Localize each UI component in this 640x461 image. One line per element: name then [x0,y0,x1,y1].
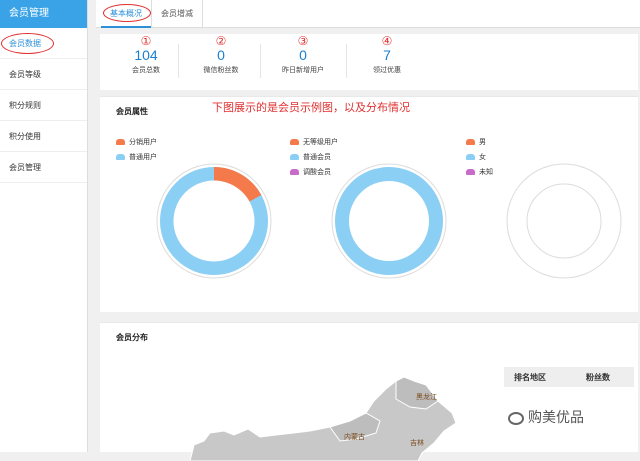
donut-outline [506,163,622,279]
tab-label: 会员增减 [161,9,193,18]
stat-label: 微信粉丝数 [203,67,239,74]
member-distribution-card: 会员分布 黑龙江 内蒙古 吉林 排名地区 粉丝数 购美优品 [100,322,638,461]
sidebar: 会员管理 会员数据 会员等级 积分规则 积分使用 会员管理 [0,0,88,452]
tab-member-change[interactable]: 会员增减 [151,0,203,28]
annotation-note: 下图展示的是会员示例图，以及分布情况 [212,102,410,114]
card-title: 会员属性 [116,107,148,116]
donut-segment-normal-member[interactable] [335,167,443,275]
tab-bar: 基本概况 会员增减 [96,0,640,28]
map-label-heilongjiang: 黑龙江 [416,392,437,401]
donut-chart-user-type [156,163,272,279]
china-map[interactable]: 黑龙江 内蒙古 吉林 [190,361,490,461]
legend-item[interactable]: 分销用户 [116,135,157,150]
donut-chart-gender [506,163,622,279]
stat-value: 0 [217,47,225,63]
ranking-table-header: 排名地区 粉丝数 [504,367,634,387]
stat-label: 昨日新增用户 [282,67,324,74]
sidebar-item-member-level[interactable]: 会员等级 [0,59,87,90]
donut-inner [173,180,255,262]
stat-value: 0 [299,47,307,63]
stat-coupons-claimed: ④ 7 领过优惠 [342,34,432,75]
map-label-inner-mongolia: 内蒙古 [344,432,365,441]
sidebar-item-member-data[interactable]: 会员数据 [0,28,87,59]
annotation-circle [103,4,151,22]
annotation-number: ④ [381,34,393,48]
stat-value: 7 [383,47,391,63]
donut-outline [331,163,447,279]
legend-item[interactable]: 无等级用户 [290,135,338,150]
card-title: 会员分布 [116,333,148,342]
sidebar-item-points-usage[interactable]: 积分使用 [0,121,87,152]
sidebar-item-member-management[interactable]: 会员管理 [0,152,87,183]
stat-wechat-fans: ② 0 微信粉丝数 [176,34,266,75]
stats-panel: ① 104 会员总数 ② 0 微信粉丝数 ③ 0 昨日新增用户 ④ 7 领过优惠 [100,34,638,90]
sidebar-item-label: 积分使用 [9,132,41,141]
column-header-fans: 粉丝数 [586,373,610,382]
legend-item[interactable]: 普通用户 [116,150,157,165]
legend-item[interactable]: 未知 [466,165,493,180]
wechat-icon [508,411,524,425]
legend-distributor: 分销用户 普通用户 [116,135,157,165]
sidebar-item-label: 积分规则 [9,101,41,110]
sidebar-item-points-rules[interactable]: 积分规则 [0,90,87,121]
stat-new-users: ③ 0 昨日新增用户 [258,34,348,75]
column-header-region: 排名地区 [514,373,546,382]
donut-chart-member-level [331,163,447,279]
annotation-number: ② [215,34,227,48]
annotation-circle [1,33,54,54]
stat-label: 领过优惠 [373,67,401,74]
map-label-jilin: 吉林 [410,438,424,447]
annotation-number: ③ [297,34,309,48]
donut-inner-outline [526,183,602,259]
main-content: 基本概况 会员增减 ① 104 会员总数 ② 0 微信粉丝数 ③ 0 昨日新增用… [96,0,640,461]
legend-gender: 男 女 未知 [466,135,493,180]
legend-item[interactable]: 男 [466,135,493,150]
sidebar-item-label: 会员管理 [9,163,41,172]
legend-item[interactable]: 女 [466,150,493,165]
tab-overview[interactable]: 基本概况 [101,0,151,28]
sidebar-item-label: 会员等级 [9,70,41,79]
sidebar-header: 会员管理 [0,0,87,28]
member-attributes-card: 会员属性 下图展示的是会员示例图，以及分布情况 分销用户 普通用户 无等级用户 … [100,96,638,312]
watermark: 购美优品 [508,407,584,427]
